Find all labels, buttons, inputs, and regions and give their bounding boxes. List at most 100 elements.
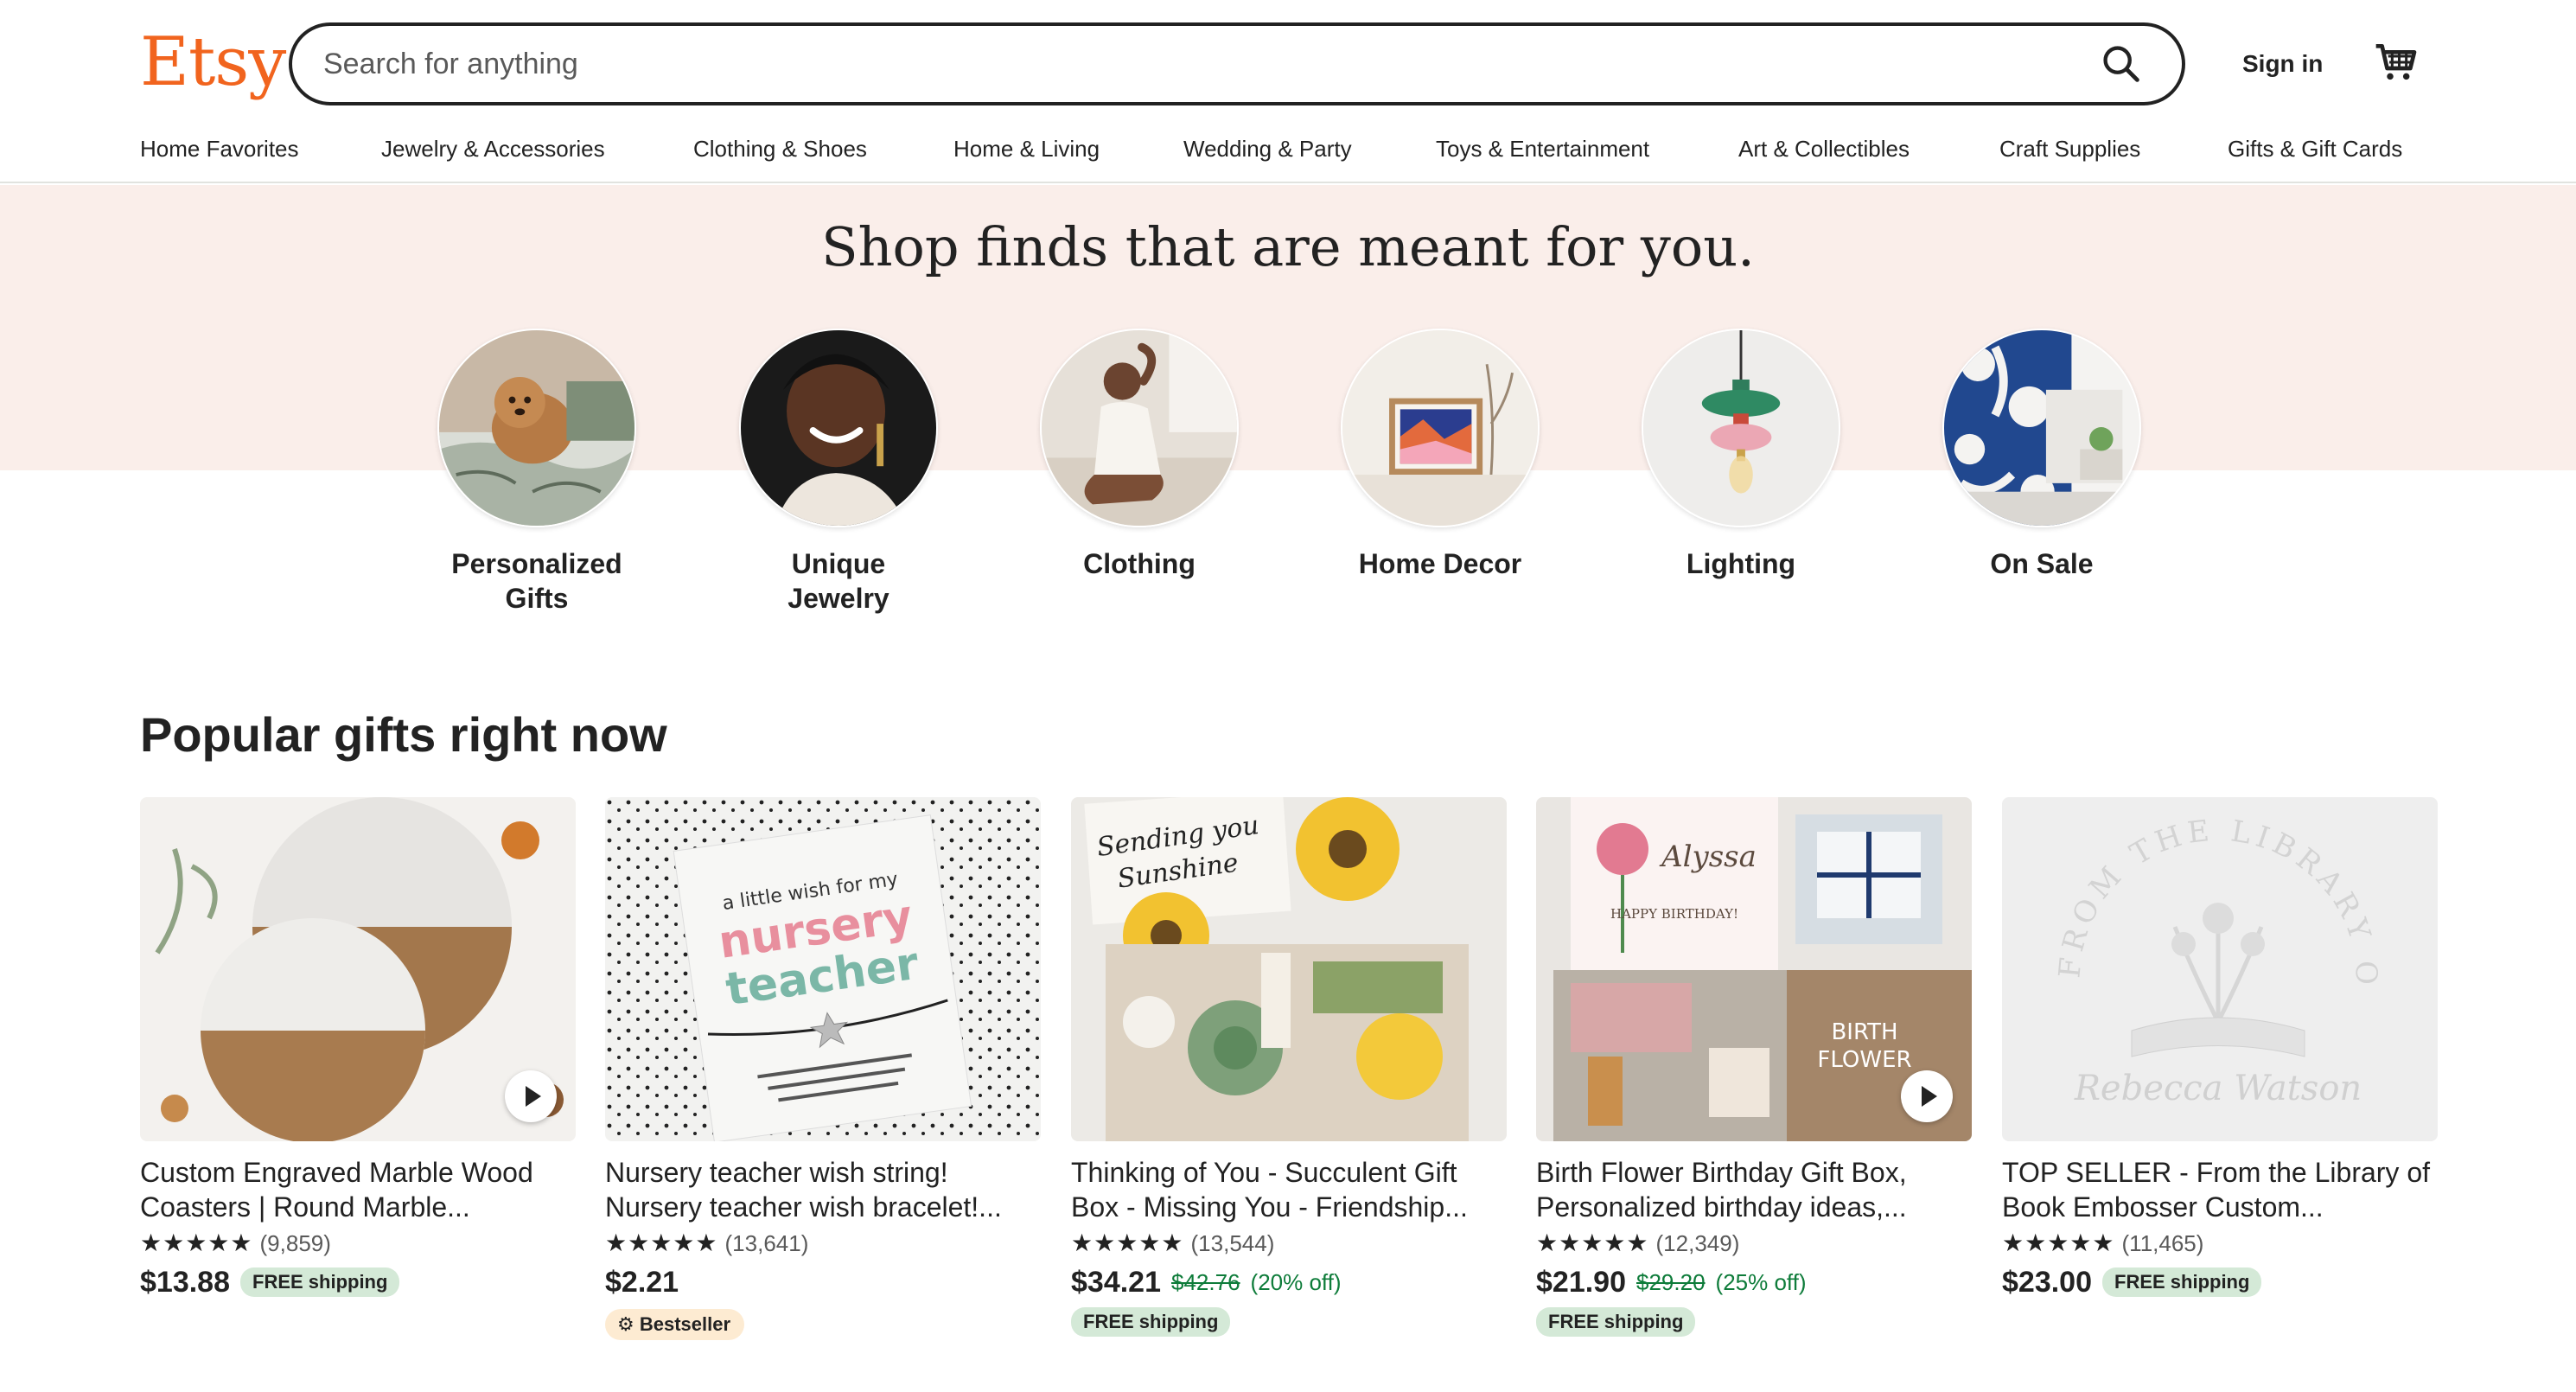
category-label: Personalized Gifts bbox=[451, 548, 622, 614]
home-decor-image bbox=[1341, 329, 1540, 527]
category-label: Home Decor bbox=[1358, 548, 1522, 579]
product-image[interactable] bbox=[140, 797, 576, 1141]
play-icon bbox=[1922, 1086, 1937, 1107]
review-count: (11,465) bbox=[2121, 1230, 2204, 1256]
discount-percent: (25% off) bbox=[1715, 1269, 1807, 1295]
review-count: (13,544) bbox=[1190, 1230, 1275, 1256]
star-rating-icon: ★★★★★ bbox=[2002, 1229, 2115, 1256]
product-rating: ★★★★★ (12,349) bbox=[1536, 1228, 1972, 1259]
category-label: Clothing bbox=[1083, 548, 1196, 579]
original-price: $29.20 bbox=[1636, 1269, 1706, 1295]
nav-craft-supplies[interactable]: Craft Supplies bbox=[1999, 130, 2140, 168]
star-rating-icon: ★★★★★ bbox=[1536, 1229, 1649, 1256]
search-icon bbox=[2103, 46, 2139, 82]
personalized-gifts-image bbox=[437, 329, 636, 527]
category-personalized-gifts[interactable]: Personalized Gifts bbox=[437, 329, 636, 616]
site-header: Etsy Sign in Home Favorites Jewelry & Ac… bbox=[0, 0, 2576, 183]
embosser-name-text: Rebecca Watson bbox=[2074, 1069, 2362, 1108]
clothing-image bbox=[1040, 329, 1239, 527]
product-price: $13.88 bbox=[140, 1266, 230, 1299]
search-button[interactable] bbox=[2099, 42, 2144, 86]
bestseller-badge: ⚙ Bestseller bbox=[605, 1309, 745, 1340]
price-row: $2.21 bbox=[605, 1262, 1041, 1302]
product-title[interactable]: Birth Flower Birthday Gift Box, Personal… bbox=[1536, 1155, 1972, 1224]
cart-icon bbox=[2375, 44, 2417, 80]
nav-home-favorites[interactable]: Home Favorites bbox=[140, 130, 299, 168]
product-image[interactable]: a little wish for my nursery teacher bbox=[605, 797, 1041, 1141]
original-price: $42.76 bbox=[1171, 1269, 1240, 1295]
nav-home-living[interactable]: Home & Living bbox=[953, 130, 1100, 168]
card-text-birth: BIRTH bbox=[1831, 1019, 1897, 1045]
play-icon bbox=[526, 1086, 541, 1107]
section-title: Popular gifts right now bbox=[140, 707, 667, 762]
category-label: Lighting bbox=[1686, 548, 1796, 579]
product-image[interactable]: Alyssa HAPPY BIRTHDAY! BIRTH FLOWER bbox=[1536, 797, 1972, 1141]
product-card[interactable]: Sending you Sunshine Thinking of You - S… bbox=[1071, 797, 1507, 1337]
card-text-alyssa: Alyssa bbox=[1659, 840, 1757, 874]
category-nav: Home Favorites Jewelry & Accessories Clo… bbox=[0, 130, 2576, 168]
nav-wedding-party[interactable]: Wedding & Party bbox=[1183, 130, 1352, 168]
card-text-flower: FLOWER bbox=[1817, 1047, 1911, 1073]
category-on-sale[interactable]: On Sale bbox=[1942, 329, 2141, 581]
product-title[interactable]: TOP SELLER - From the Library of Book Em… bbox=[2002, 1155, 2438, 1224]
product-title[interactable]: Nursery teacher wish string! Nursery tea… bbox=[605, 1155, 1041, 1224]
play-video-button[interactable] bbox=[505, 1070, 557, 1122]
price-row: $13.88 FREE shipping bbox=[140, 1262, 576, 1302]
product-price: $21.90 bbox=[1536, 1266, 1626, 1299]
star-rating-icon: ★★★★★ bbox=[1071, 1229, 1184, 1256]
free-shipping-badge: FREE shipping bbox=[1536, 1307, 1696, 1337]
search-input[interactable] bbox=[323, 26, 2052, 102]
review-count: (9,859) bbox=[259, 1230, 331, 1256]
sign-in-link[interactable]: Sign in bbox=[2242, 45, 2323, 83]
nav-toys-entertainment[interactable]: Toys & Entertainment bbox=[1436, 130, 1649, 168]
bestseller-icon: ⚙ bbox=[617, 1313, 634, 1335]
product-price: $23.00 bbox=[2002, 1266, 2092, 1299]
review-count: (12,349) bbox=[1655, 1230, 1740, 1256]
cart-button[interactable] bbox=[2372, 38, 2420, 86]
price-row: $21.90 $29.20 (25% off) bbox=[1536, 1262, 1972, 1302]
nav-art-collectibles[interactable]: Art & Collectibles bbox=[1738, 130, 1910, 168]
product-title[interactable]: Thinking of You - Succulent Gift Box - M… bbox=[1071, 1155, 1507, 1224]
product-card[interactable]: a little wish for my nursery teacher Nur… bbox=[605, 797, 1041, 1340]
product-title[interactable]: Custom Engraved Marble Wood Coasters | R… bbox=[140, 1155, 576, 1224]
price-row: $34.21 $42.76 (20% off) bbox=[1071, 1262, 1507, 1302]
product-card[interactable]: Alyssa HAPPY BIRTHDAY! BIRTH FLOWER Birt… bbox=[1536, 797, 1972, 1337]
nav-gifts-gift-cards[interactable]: Gifts & Gift Cards bbox=[2228, 130, 2402, 168]
product-rating: ★★★★★ (9,859) bbox=[140, 1228, 576, 1259]
review-count: (13,641) bbox=[724, 1230, 809, 1256]
free-shipping-badge: FREE shipping bbox=[1071, 1307, 1231, 1337]
free-shipping-badge: FREE shipping bbox=[2102, 1267, 2262, 1297]
category-label: Unique Jewelry bbox=[787, 548, 889, 614]
star-rating-icon: ★★★★★ bbox=[140, 1229, 253, 1256]
product-price: $2.21 bbox=[605, 1266, 679, 1299]
product-card[interactable]: Custom Engraved Marble Wood Coasters | R… bbox=[140, 797, 576, 1302]
etsy-logo[interactable]: Etsy bbox=[140, 19, 286, 105]
category-clothing[interactable]: Clothing bbox=[1040, 329, 1239, 581]
play-video-button[interactable] bbox=[1901, 1070, 1953, 1122]
star-rating-icon: ★★★★★ bbox=[605, 1229, 718, 1256]
category-label: On Sale bbox=[1990, 548, 2094, 579]
shipping-row: FREE shipping bbox=[1536, 1307, 1972, 1337]
hero-headline: Shop finds that are meant for you. bbox=[821, 215, 1755, 278]
on-sale-image bbox=[1942, 329, 2141, 527]
product-rating: ★★★★★ (13,544) bbox=[1071, 1228, 1507, 1259]
nav-jewelry-accessories[interactable]: Jewelry & Accessories bbox=[381, 130, 605, 168]
unique-jewelry-image bbox=[739, 329, 938, 527]
product-price: $34.21 bbox=[1071, 1266, 1161, 1299]
category-unique-jewelry[interactable]: Unique Jewelry bbox=[739, 329, 938, 616]
product-image[interactable]: FROM THE LIBRARY OF Rebecca Watson bbox=[2002, 797, 2438, 1141]
discount-percent: (20% off) bbox=[1250, 1269, 1342, 1295]
product-rating: ★★★★★ (11,465) bbox=[2002, 1228, 2438, 1259]
price-row: $23.00 FREE shipping bbox=[2002, 1262, 2438, 1302]
lighting-image bbox=[1642, 329, 1840, 527]
nav-clothing-shoes[interactable]: Clothing & Shoes bbox=[693, 130, 867, 168]
search-bar bbox=[289, 22, 2185, 105]
category-lighting[interactable]: Lighting bbox=[1642, 329, 1840, 581]
shipping-row: FREE shipping bbox=[1071, 1307, 1507, 1337]
card-text-happy-birthday: HAPPY BIRTHDAY! bbox=[1610, 906, 1738, 922]
product-image[interactable]: Sending you Sunshine bbox=[1071, 797, 1507, 1141]
product-card[interactable]: FROM THE LIBRARY OF Rebecca Watson TOP S… bbox=[2002, 797, 2438, 1302]
product-rating: ★★★★★ (13,641) bbox=[605, 1228, 1041, 1259]
free-shipping-badge: FREE shipping bbox=[240, 1267, 400, 1297]
category-home-decor[interactable]: Home Decor bbox=[1341, 329, 1540, 581]
